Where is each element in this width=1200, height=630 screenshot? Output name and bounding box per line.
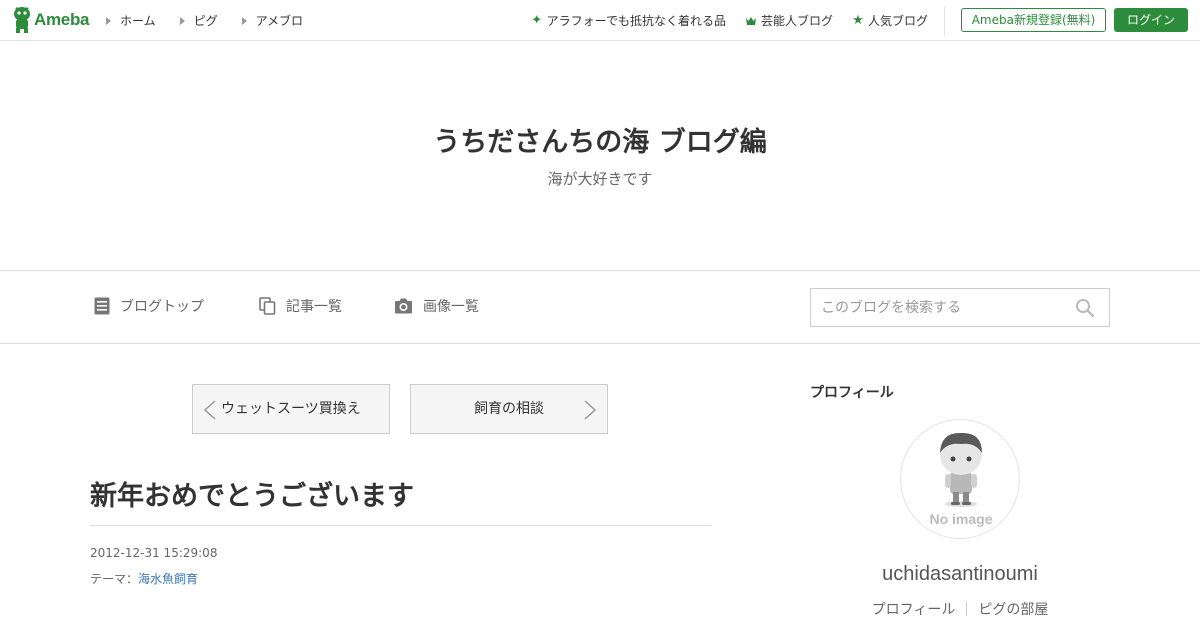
link-label: アラフォーでも抵抗なく着れる品: [546, 14, 726, 28]
blog-description: 海が大好きです: [547, 170, 653, 188]
profile-link[interactable]: プロフィール: [872, 599, 956, 619]
blog-nav-label: 記事一覧: [286, 299, 342, 315]
blog-nav-entries[interactable]: 記事一覧: [259, 296, 342, 316]
sparkle-icon: ✦: [531, 12, 543, 28]
triangle-right-icon: [106, 16, 111, 25]
chevron-right-icon: [584, 400, 597, 420]
blog-nav-images[interactable]: 画像一覧: [394, 296, 479, 316]
triangle-right-icon: [241, 16, 247, 25]
link-celebrity-blogs[interactable]: 芸能人ブログ: [745, 12, 833, 29]
prev-entry-label: ウェットスーツ買換え: [221, 401, 361, 417]
header-divider: [944, 6, 945, 36]
global-nav: ホーム ピグ アメブロ: [106, 12, 327, 29]
search-icon[interactable]: [1075, 298, 1095, 318]
profile-username[interactable]: uchidasantinoumi: [810, 563, 1110, 586]
blog-search-input[interactable]: [811, 289, 1061, 326]
profile-links: プロフィール ピグの部屋: [810, 599, 1110, 619]
avatar[interactable]: No image: [900, 419, 1020, 539]
crown-icon: [745, 16, 756, 25]
theme-link[interactable]: 海水魚飼育: [138, 572, 198, 586]
nav-label: ホーム: [120, 14, 156, 28]
pigg-room-link[interactable]: ピグの部屋: [978, 599, 1048, 619]
profile-heading: プロフィール: [810, 385, 894, 401]
nav-item-home[interactable]: ホーム: [106, 12, 156, 29]
entry-theme: テーマ：海水魚飼育: [90, 570, 198, 587]
next-entry-button[interactable]: 飼育の相談: [410, 384, 608, 434]
link-popular-blogs[interactable]: ★ 人気ブログ: [852, 12, 928, 29]
blog-search: [810, 288, 1110, 327]
nav-label: ピグ: [193, 14, 218, 28]
star-icon: ★: [852, 12, 864, 28]
blog-nav-label: ブログトップ: [120, 299, 204, 315]
nav-label: アメブロ: [255, 14, 304, 28]
blog-title[interactable]: うちださんちの海 ブログ編: [0, 120, 1200, 159]
global-header: Ameba ホーム ピグ アメブロ ✦ アラフォーでも抵抗なく着れる品 芸能人ブ…: [0, 0, 1200, 41]
logo-text: Ameba: [34, 10, 90, 29]
entry-divider: [90, 525, 711, 526]
entry-date: 2012-12-31 15:29:08: [90, 546, 218, 560]
chevron-left-icon: [203, 400, 216, 420]
no-image-label: No image: [929, 511, 993, 527]
login-button[interactable]: ログイン: [1114, 8, 1188, 32]
blog-nav: ブログトップ 記事一覧 画像一覧: [0, 270, 1200, 344]
document-icon: [94, 297, 110, 315]
next-entry-label: 飼育の相談: [474, 401, 544, 417]
nav-item-ameblo[interactable]: アメブロ: [241, 12, 304, 29]
link-label: 芸能人ブログ: [760, 14, 833, 28]
link-featured[interactable]: ✦ アラフォーでも抵抗なく着れる品: [531, 12, 726, 29]
entry-title[interactable]: 新年おめでとうございます: [90, 474, 414, 513]
link-label: 人気ブログ: [867, 14, 928, 28]
camera-icon: [395, 298, 412, 314]
header-links: ✦ アラフォーでも抵抗なく着れる品 芸能人ブログ ★ 人気ブログ: [512, 12, 928, 29]
blog-nav-label: 画像一覧: [423, 299, 479, 315]
prev-entry-button[interactable]: ウェットスーツ買換え: [192, 384, 390, 434]
theme-prefix: テーマ：: [90, 572, 139, 586]
nav-item-pigg[interactable]: ピグ: [179, 12, 218, 29]
copy-icon: [259, 297, 276, 315]
ameba-logo[interactable]: Ameba: [12, 7, 89, 33]
ameba-mascot-icon: [14, 7, 30, 33]
register-button[interactable]: Ameba新規登録(無料): [961, 8, 1106, 32]
triangle-right-icon: [179, 16, 185, 25]
blog-nav-top[interactable]: ブログトップ: [94, 296, 204, 316]
link-divider: [966, 602, 968, 616]
